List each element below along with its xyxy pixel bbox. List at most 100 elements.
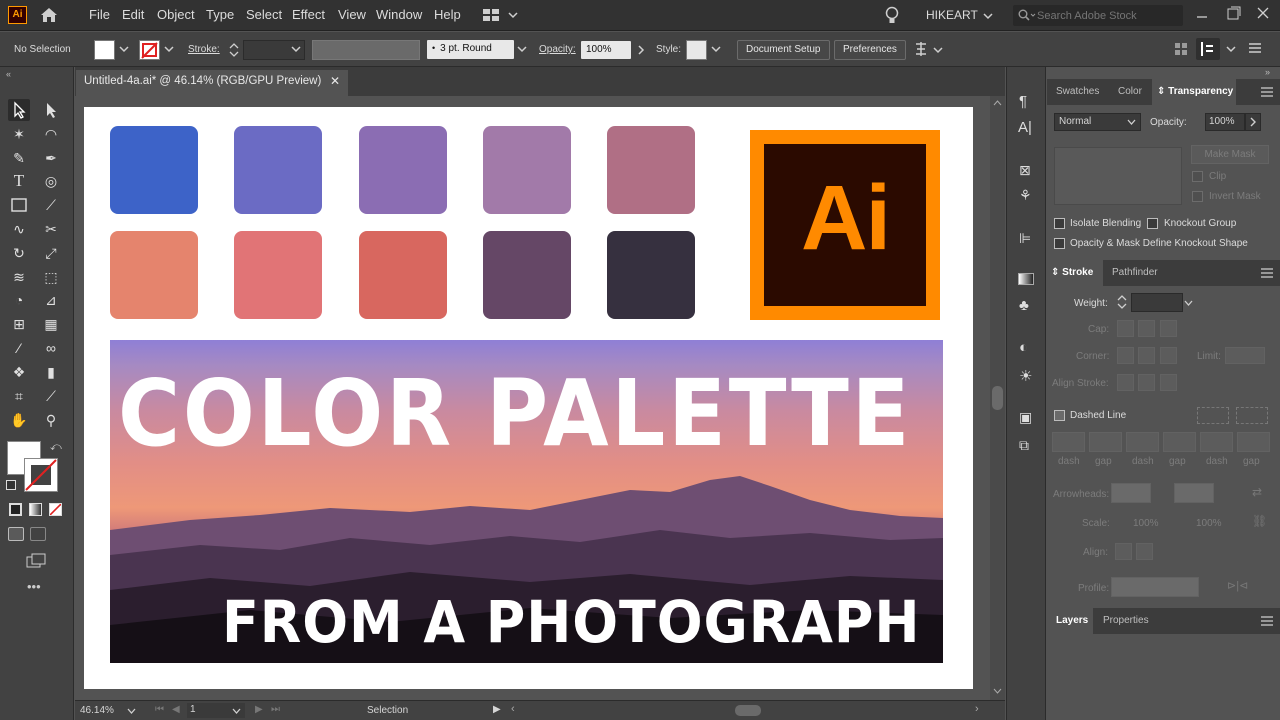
properties-toggle-icon[interactable] xyxy=(1196,38,1220,60)
variable-width-profile[interactable] xyxy=(312,40,420,60)
home-icon[interactable] xyxy=(38,6,60,24)
libraries-icon[interactable]: ▣ xyxy=(1019,409,1032,426)
menu-edit[interactable]: Edit xyxy=(122,7,144,22)
mesh-tool-icon[interactable]: ⊞ xyxy=(8,313,30,335)
menu-view[interactable]: View xyxy=(338,7,366,22)
mask-thumbnail[interactable] xyxy=(1054,147,1182,205)
warp-tool-icon[interactable]: ≋ xyxy=(8,266,30,288)
tab-transparency[interactable]: ⇕ Transparency xyxy=(1157,86,1233,97)
ai-logo[interactable]: Ai xyxy=(750,130,940,320)
chevron-down-icon[interactable] xyxy=(983,12,993,20)
arrow-align-end-icon[interactable] xyxy=(1136,543,1153,560)
pen-tool-icon[interactable]: ✎ xyxy=(8,147,30,169)
collapse-dock-icon[interactable]: » xyxy=(1265,67,1270,77)
color-swatch[interactable] xyxy=(359,231,447,319)
lasso-tool-icon[interactable]: ◠ xyxy=(40,123,62,145)
arrow-align-tip-icon[interactable] xyxy=(1115,543,1132,560)
start-scale-value[interactable]: 100% xyxy=(1133,518,1159,529)
chevron-down-icon[interactable] xyxy=(127,708,136,714)
chevron-right-icon[interactable] xyxy=(1245,113,1261,131)
character-icon[interactable]: A| xyxy=(1018,119,1032,136)
opacity-mask-knockout-checkbox[interactable] xyxy=(1054,238,1065,249)
opacity-label[interactable]: Opacity: xyxy=(539,44,576,55)
scroll-up-icon[interactable] xyxy=(993,100,1002,106)
clip-checkbox[interactable] xyxy=(1192,171,1203,182)
close-window-icon[interactable] xyxy=(1256,6,1270,20)
rectangle-tool-icon[interactable] xyxy=(8,194,30,216)
scale-tool-icon[interactable]: ⤢ xyxy=(40,242,62,264)
scroll-right-icon[interactable]: › xyxy=(975,703,979,715)
zoom-tool-icon[interactable]: ⚲ xyxy=(40,409,62,431)
column-graph-tool-icon[interactable]: ▮ xyxy=(40,361,62,383)
gap-field[interactable] xyxy=(1237,432,1270,452)
gradient-tool-icon[interactable]: ▦ xyxy=(40,313,62,335)
gradient-mode-icon[interactable] xyxy=(29,503,42,516)
brush-definition-field[interactable]: • 3 pt. Round xyxy=(427,40,514,59)
screen-mode-icon[interactable] xyxy=(26,553,48,569)
scissors-tool-icon[interactable]: ✂ xyxy=(40,218,62,240)
butt-cap-icon[interactable] xyxy=(1117,320,1134,337)
round-cap-icon[interactable] xyxy=(1138,320,1155,337)
chevron-right-icon[interactable] xyxy=(637,45,645,55)
bevel-join-icon[interactable] xyxy=(1160,347,1177,364)
align-inside-icon[interactable] xyxy=(1138,374,1155,391)
artboard[interactable]: Ai COLOR PALETTE FROM A PHOTOGRAPH xyxy=(84,107,973,689)
hand-tool-icon[interactable]: ✋ xyxy=(8,409,30,431)
stock-search-input[interactable] xyxy=(1037,7,1179,24)
color-swatch[interactable] xyxy=(110,231,198,319)
shape-builder-tool-icon[interactable]: ◔ xyxy=(8,289,30,311)
preferences-button[interactable]: Preferences xyxy=(834,40,906,60)
direct-selection-tool-icon[interactable] xyxy=(40,99,62,121)
stroke-color-box[interactable] xyxy=(24,458,58,492)
scroll-left-icon[interactable]: ‹ xyxy=(511,703,515,715)
swap-fill-stroke-icon[interactable]: ⤺ xyxy=(50,441,62,454)
chevron-down-icon[interactable] xyxy=(517,46,527,53)
stroke-swatch[interactable] xyxy=(139,40,160,60)
next-artboard-icon[interactable]: ▶ xyxy=(255,704,263,715)
isolate-blending-checkbox[interactable] xyxy=(1054,218,1065,229)
edit-toolbar-icon[interactable]: ••• xyxy=(27,579,41,594)
rotate-tool-icon[interactable]: ↻ xyxy=(8,242,30,264)
menu-select[interactable]: Select xyxy=(246,7,282,22)
dash-field[interactable] xyxy=(1052,432,1085,452)
projecting-cap-icon[interactable] xyxy=(1160,320,1177,337)
eyedropper-tool-icon[interactable]: ⁄ xyxy=(8,337,30,359)
preserve-dash-icon[interactable] xyxy=(1197,407,1229,424)
panel-menu-icon[interactable] xyxy=(1261,616,1273,626)
make-mask-button[interactable]: Make Mask xyxy=(1191,145,1269,164)
color-swatch[interactable] xyxy=(110,126,198,214)
limit-field[interactable] xyxy=(1225,347,1265,364)
panel-menu-icon[interactable] xyxy=(1261,268,1273,278)
vertical-scrollbar[interactable] xyxy=(990,96,1005,700)
blend-tool-icon[interactable]: ∞ xyxy=(40,337,62,359)
document-setup-button[interactable]: Document Setup xyxy=(737,40,830,60)
color-swatch[interactable] xyxy=(234,126,322,214)
spiral-tool-icon[interactable]: ◎ xyxy=(40,170,62,192)
chevron-down-icon[interactable] xyxy=(1226,46,1236,53)
tab-stroke[interactable]: ⇕ Stroke xyxy=(1051,267,1093,278)
opacity-field[interactable]: 100% xyxy=(581,41,631,59)
close-tab-icon[interactable]: ✕ xyxy=(330,74,340,88)
miter-join-icon[interactable] xyxy=(1117,347,1134,364)
sun-icon[interactable]: ☀ xyxy=(1019,367,1032,385)
user-name[interactable]: HIKEART xyxy=(926,8,978,22)
default-fill-stroke-icon[interactable] xyxy=(6,480,16,490)
photo-banner[interactable]: COLOR PALETTE FROM A PHOTOGRAPH xyxy=(110,340,943,663)
chevron-down-icon[interactable] xyxy=(291,46,301,53)
color-swatch[interactable] xyxy=(483,231,571,319)
dashed-line-checkbox[interactable] xyxy=(1054,410,1065,421)
chevron-down-icon[interactable] xyxy=(232,708,241,714)
align-icon[interactable] xyxy=(1174,42,1188,56)
perspective-grid-tool-icon[interactable]: ⊿ xyxy=(40,289,62,311)
color-swatch[interactable] xyxy=(607,231,695,319)
puppet-icon[interactable]: ⚘ xyxy=(1019,187,1032,204)
minimize-icon[interactable] xyxy=(1196,7,1208,21)
curvature-tool-icon[interactable]: ✒ xyxy=(40,147,62,169)
arrange-documents-icon[interactable] xyxy=(914,41,944,58)
chevron-down-icon[interactable] xyxy=(711,46,721,53)
panel-menu-icon[interactable] xyxy=(1248,42,1262,54)
weight-stepper-icon[interactable] xyxy=(1117,294,1127,310)
slice-tool-icon[interactable]: ⟋ xyxy=(40,385,62,407)
knockout-group-checkbox[interactable] xyxy=(1147,218,1158,229)
none-mode-icon[interactable] xyxy=(49,503,62,516)
